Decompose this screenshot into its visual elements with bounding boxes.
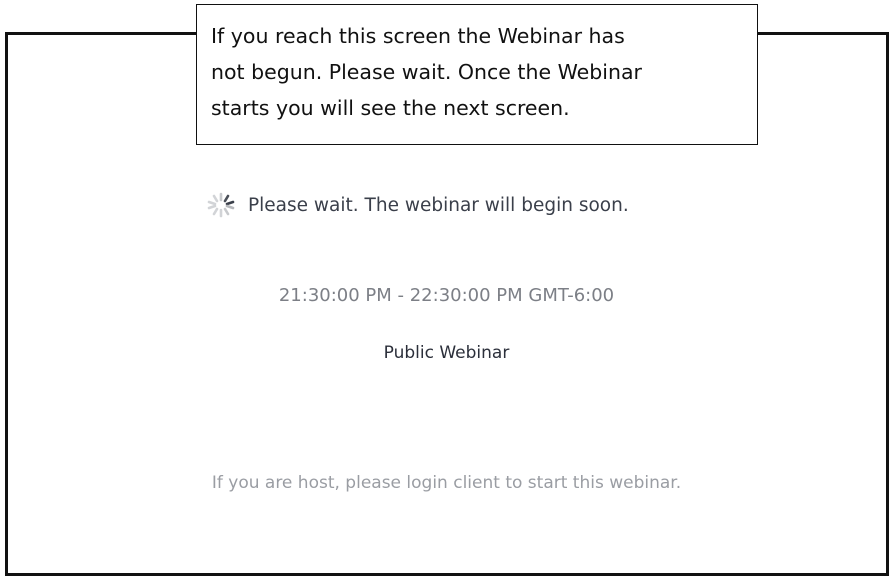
webinar-time-range: 21:30:00 PM - 22:30:00 PM GMT-6:00 xyxy=(278,285,615,306)
instruction-callout: If you reach this screen the Webinar has… xyxy=(196,4,758,145)
webinar-topic: Public Webinar xyxy=(383,343,510,363)
loading-spinner-icon xyxy=(207,192,235,218)
host-login-note: If you are host, please login client to … xyxy=(211,473,682,493)
waiting-status: Please wait. The webinar will begin soon… xyxy=(200,190,629,220)
wait-message: Please wait. The webinar will begin soon… xyxy=(248,194,629,216)
